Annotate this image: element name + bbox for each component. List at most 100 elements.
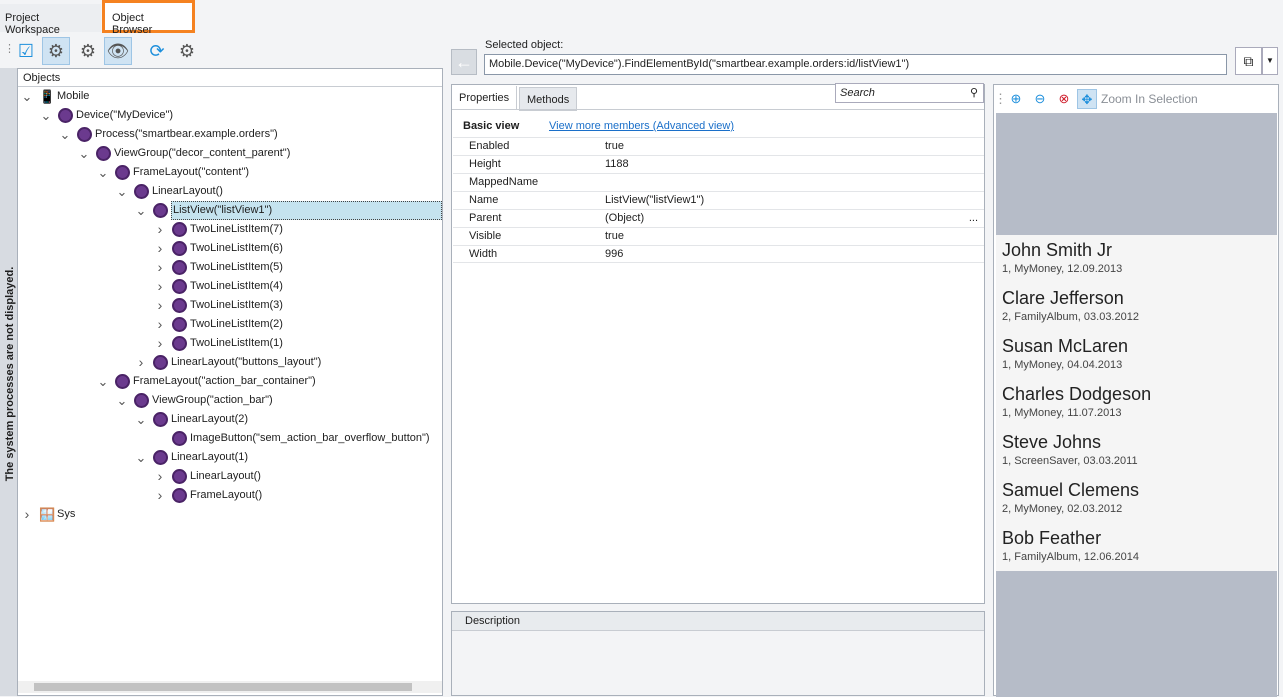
tree-node[interactable]: › TwoLineListItem(1) [18,334,442,353]
ellipsis-button[interactable]: ... [969,210,978,227]
chevron-right-icon[interactable]: › [154,315,166,334]
copy-dropdown-chevron-icon[interactable]: ▼ [1262,47,1278,75]
view-objects-eye-icon[interactable]: 👁 [104,37,132,65]
property-row[interactable]: Width996 [453,245,984,263]
tab-object-browser[interactable]: Object Browser [102,0,195,33]
advanced-view-link[interactable]: View more members (Advanced view) [549,120,734,132]
tree-node-label[interactable]: ImageButton("sem_action_bar_overflow_but… [190,429,430,448]
tab-project-workspace[interactable]: Project Workspace [0,4,101,32]
selected-object-field[interactable]: Mobile.Device("MyDevice").FindElementByI… [484,54,1227,75]
tree-node[interactable]: ⌄ViewGroup("decor_content_parent") [18,144,442,163]
tree-node[interactable]: › TwoLineListItem(2) [18,315,442,334]
chevron-down-icon[interactable]: ⌄ [116,182,128,201]
tree-node[interactable]: ⌄LinearLayout(2) [18,410,442,429]
chevron-down-icon[interactable]: ⌄ [78,144,90,163]
tree-node[interactable]: ⌄ LinearLayout(1) [18,448,442,467]
tree-horizontal-scrollbar[interactable] [18,681,442,693]
tree-node[interactable]: › TwoLineListItem(6) [18,239,442,258]
chevron-down-icon[interactable]: ⌄ [97,163,109,182]
tree-node-label[interactable]: ViewGroup("action_bar") [152,391,273,410]
tree-node-label[interactable]: TwoLineListItem(5) [190,258,283,277]
filter-settings-icon[interactable]: ⚙ [173,37,201,65]
settings-icon[interactable]: ⚙ [74,37,102,65]
tree-node[interactable]: ›🪟Sys [18,505,442,524]
chevron-right-icon[interactable]: › [154,220,166,239]
property-value[interactable]: (Object) [605,210,644,227]
chevron-down-icon[interactable]: ⌄ [40,106,52,125]
chevron-right-icon[interactable]: › [154,239,166,258]
tree-node-label[interactable]: FrameLayout("content") [133,163,249,182]
chevron-down-icon[interactable]: ⌄ [59,125,71,144]
tree-node[interactable]: › LinearLayout() [18,467,442,486]
chevron-right-icon[interactable]: › [154,467,166,486]
tab-properties[interactable]: Properties [452,86,517,110]
tree-node-label[interactable]: ListView("listView1") [171,201,442,220]
search-input[interactable]: Search⚲ [835,83,984,103]
property-row[interactable]: Height1188 [453,155,984,173]
property-row[interactable]: Visibletrue [453,227,984,245]
tree-node[interactable]: ⌄ LinearLayout() [18,182,442,201]
tree-node-label[interactable]: Process("smartbear.example.orders") [95,125,278,144]
property-row[interactable]: NameListView("listView1") [453,191,984,209]
tree-node[interactable]: ›TwoLineListItem(4) [18,277,442,296]
zoom-in-selection-label[interactable]: Zoom In Selection [1101,92,1198,106]
tree-node-label[interactable]: FrameLayout("action_bar_container") [133,372,316,391]
property-value[interactable]: 996 [605,246,623,263]
property-row[interactable]: MappedName [453,173,984,191]
tree-node-label[interactable]: TwoLineListItem(3) [190,296,283,315]
tree-node[interactable]: › FrameLayout() [18,486,442,505]
chevron-down-icon[interactable]: ⌄ [116,391,128,410]
tree-node[interactable]: ⌄ ViewGroup("action_bar") [18,391,442,410]
copy-icon[interactable]: ⧉ [1235,47,1262,75]
object-tree[interactable]: Objects ⌄📱Mobile⌄Device("MyDevice")⌄Proc… [17,68,443,696]
tree-node[interactable]: ⌄ Process("smartbear.example.orders") [18,125,442,144]
tree-node[interactable]: › TwoLineListItem(3) [18,296,442,315]
tree-node-label[interactable]: LinearLayout() [152,182,223,201]
tree-node-label[interactable]: Device("MyDevice") [76,106,173,125]
chevron-down-icon[interactable]: ⌄ [21,87,33,106]
chevron-right-icon[interactable]: › [154,486,166,505]
chevron-right-icon[interactable]: › [154,296,166,315]
tree-node-label[interactable]: TwoLineListItem(6) [190,239,283,258]
chevron-right-icon[interactable]: › [154,334,166,353]
tree-node-label[interactable]: TwoLineListItem(2) [190,315,283,334]
tree-node-label[interactable]: Sys [57,505,75,524]
zoom-in-icon[interactable]: ⊕ [1006,89,1026,109]
tree-node[interactable]: ImageButton("sem_action_bar_overflow_but… [18,429,442,448]
property-row[interactable]: Parent(Object)... [453,209,984,227]
chevron-down-icon[interactable]: ⌄ [135,410,147,429]
tree-node[interactable]: ⌄ FrameLayout("action_bar_container") [18,372,442,391]
tree-node-label[interactable]: FrameLayout() [190,486,262,505]
tree-node[interactable]: ›TwoLineListItem(5) [18,258,442,277]
zoom-out-icon[interactable]: ⊖ [1030,89,1050,109]
tree-node[interactable]: ⌄ FrameLayout("content") [18,163,442,182]
tree-node-label[interactable]: LinearLayout("buttons_layout") [171,353,321,372]
tree-node-label[interactable]: LinearLayout(1) [171,448,248,467]
chevron-down-icon[interactable]: ⌄ [135,201,147,220]
chevron-down-icon[interactable]: ⌄ [97,372,109,391]
zoom-reset-icon[interactable]: ⊗ [1054,89,1074,109]
show-visible-objects-icon[interactable]: ☑ [12,37,40,65]
tree-node-label[interactable]: TwoLineListItem(7) [190,220,283,239]
tree-node-label[interactable]: Mobile [57,87,89,106]
property-row[interactable]: Enabledtrue [453,137,984,155]
tree-node[interactable]: ⌄ Device("MyDevice") [18,106,442,125]
tree-node-label[interactable]: TwoLineListItem(1) [190,334,283,353]
property-value[interactable]: 1188 [605,156,629,173]
chevron-down-icon[interactable]: ⌄ [135,448,147,467]
tree-node-label[interactable]: TwoLineListItem(4) [190,277,283,296]
property-value[interactable]: ListView("listView1") [605,192,704,209]
tab-methods[interactable]: Methods [519,87,577,111]
scrollbar-thumb[interactable] [34,683,412,691]
refresh-icon[interactable]: ⟳ [143,37,171,65]
property-value[interactable]: true [605,138,624,155]
property-value[interactable]: true [605,228,624,245]
tree-node[interactable]: ⌄📱Mobile [18,87,442,106]
chevron-right-icon[interactable]: › [135,353,147,372]
back-button[interactable]: ← [451,49,477,75]
tree-node[interactable]: › LinearLayout("buttons_layout") [18,353,442,372]
zoom-in-selection-icon[interactable]: ✥ [1077,89,1097,109]
tree-node-label[interactable]: LinearLayout() [190,467,261,486]
process-user-filter-icon[interactable]: ⚙ [42,37,70,65]
tree-node[interactable]: › TwoLineListItem(7) [18,220,442,239]
